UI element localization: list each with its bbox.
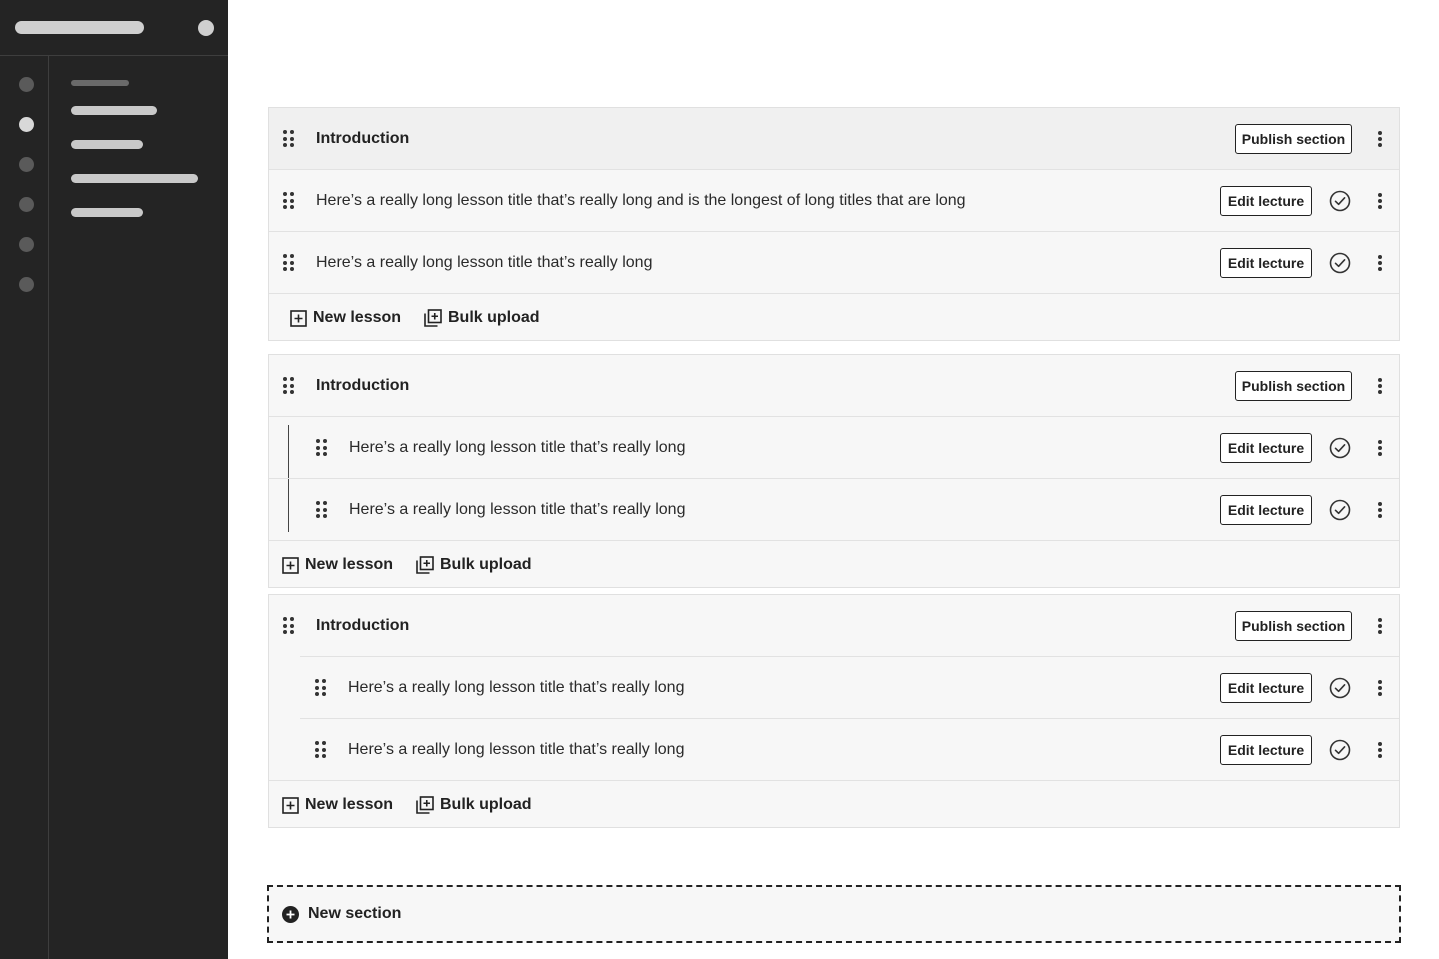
more-vertical-icon[interactable] [1376, 501, 1384, 519]
sidebar-item-4[interactable] [71, 208, 143, 217]
new-lesson-label: New lesson [305, 556, 394, 573]
sidebar-header [0, 0, 228, 56]
lesson-row: Here’s a really long lesson title that’s… [269, 231, 1399, 293]
stacked-plus-icon [416, 796, 434, 814]
sidebar-group-heading [71, 80, 129, 86]
check-circle-icon[interactable] [1329, 437, 1351, 459]
drag-handle-icon[interactable] [283, 192, 295, 209]
edit-lecture-button[interactable]: Edit lecture [1220, 495, 1312, 525]
lesson-title: Here’s a really long lesson title that’s… [316, 254, 653, 271]
new-section-button[interactable]: New section [267, 885, 1401, 943]
drag-handle-icon[interactable] [283, 377, 295, 394]
new-lesson-label: New lesson [305, 796, 394, 813]
section-header: Introduction Publish section [269, 108, 1399, 170]
rail-nav-item-1[interactable] [19, 77, 34, 92]
publish-section-button[interactable]: Publish section [1235, 371, 1352, 401]
bulk-upload-label: Bulk upload [440, 556, 532, 573]
more-vertical-icon[interactable] [1376, 617, 1384, 635]
lesson-row: Here’s a really long lesson title that’s… [300, 718, 1399, 780]
edit-lecture-button[interactable]: Edit lecture [1220, 186, 1312, 216]
publish-section-button[interactable]: Publish section [1235, 124, 1352, 154]
drag-handle-icon[interactable] [316, 501, 328, 518]
course-section: Introduction Publish section Here’s a re… [268, 354, 1400, 588]
drag-handle-icon[interactable] [283, 254, 295, 271]
stacked-plus-icon [424, 309, 442, 327]
check-circle-icon[interactable] [1329, 677, 1351, 699]
more-vertical-icon[interactable] [1376, 130, 1384, 148]
drag-handle-icon[interactable] [283, 130, 295, 147]
rail-nav-item-2[interactable] [19, 117, 34, 132]
lesson-row: Here’s a really long lesson title that’s… [269, 416, 1399, 478]
rail-nav-item-5[interactable] [19, 237, 34, 252]
sidebar-item-3[interactable] [71, 174, 198, 183]
edit-lecture-button[interactable]: Edit lecture [1220, 433, 1312, 463]
section-actions: New lesson Bulk upload [269, 780, 1399, 828]
section-header: Introduction Publish section [269, 355, 1399, 417]
bulk-upload-label: Bulk upload [448, 309, 540, 326]
edit-lecture-button[interactable]: Edit lecture [1220, 673, 1312, 703]
section-actions: New lesson Bulk upload [269, 293, 1399, 341]
more-vertical-icon[interactable] [1376, 377, 1384, 395]
new-section-label: New section [308, 905, 402, 922]
check-circle-icon[interactable] [1329, 739, 1351, 761]
course-section: Introduction Publish section Here’s a re… [268, 594, 1400, 828]
bulk-upload-button[interactable]: Bulk upload [416, 795, 532, 815]
lesson-row: Here’s a really long lesson title that’s… [300, 656, 1399, 718]
lesson-row: Here’s a really long lesson title that’s… [269, 478, 1399, 540]
new-lesson-button[interactable]: New lesson [290, 308, 401, 328]
section-title: Introduction [316, 377, 410, 394]
new-lesson-button[interactable]: New lesson [282, 795, 393, 815]
plus-square-icon [282, 796, 299, 814]
rail-divider [48, 56, 49, 959]
lesson-title: Here’s a really long lesson title that’s… [349, 439, 686, 456]
drag-handle-icon[interactable] [315, 679, 327, 696]
bulk-upload-button[interactable]: Bulk upload [424, 308, 540, 328]
publish-section-button[interactable]: Publish section [1235, 611, 1352, 641]
sidebar-item-2[interactable] [71, 140, 143, 149]
lesson-title: Here’s a really long lesson title that’s… [349, 501, 686, 518]
rail-nav-item-4[interactable] [19, 197, 34, 212]
plus-square-icon [282, 556, 299, 574]
course-section: Introduction Publish section Here’s a re… [268, 107, 1400, 341]
rail-nav-item-6[interactable] [19, 277, 34, 292]
more-vertical-icon[interactable] [1376, 192, 1384, 210]
sidebar [0, 0, 228, 959]
sidebar-item-1[interactable] [71, 106, 157, 115]
more-vertical-icon[interactable] [1376, 741, 1384, 759]
lesson-title: Here’s a really long lesson title that’s… [348, 679, 685, 696]
avatar[interactable] [198, 20, 214, 36]
drag-handle-icon[interactable] [315, 741, 327, 758]
bulk-upload-button[interactable]: Bulk upload [416, 555, 532, 575]
check-circle-icon[interactable] [1329, 190, 1351, 212]
edit-lecture-button[interactable]: Edit lecture [1220, 735, 1312, 765]
section-header: Introduction Publish section [269, 595, 1399, 657]
more-vertical-icon[interactable] [1376, 679, 1384, 697]
check-circle-icon[interactable] [1329, 252, 1351, 274]
rail-nav-item-3[interactable] [19, 157, 34, 172]
section-title: Introduction [316, 130, 410, 147]
section-title: Introduction [316, 617, 410, 634]
new-lesson-button[interactable]: New lesson [282, 555, 393, 575]
plus-circle-icon [282, 905, 299, 923]
more-vertical-icon[interactable] [1376, 254, 1384, 272]
drag-handle-icon[interactable] [283, 617, 295, 634]
lesson-title: Here’s a really long lesson title that’s… [316, 192, 966, 209]
plus-square-icon [290, 309, 307, 327]
new-lesson-label: New lesson [313, 309, 402, 326]
edit-lecture-button[interactable]: Edit lecture [1220, 248, 1312, 278]
brand-logo-placeholder[interactable] [15, 21, 144, 34]
bulk-upload-label: Bulk upload [440, 796, 532, 813]
stacked-plus-icon [416, 556, 434, 574]
lesson-title: Here’s a really long lesson title that’s… [348, 741, 685, 758]
check-circle-icon[interactable] [1329, 499, 1351, 521]
section-actions: New lesson Bulk upload [269, 540, 1399, 588]
drag-handle-icon[interactable] [316, 439, 328, 456]
lesson-row: Here’s a really long lesson title that’s… [269, 169, 1399, 231]
more-vertical-icon[interactable] [1376, 439, 1384, 457]
